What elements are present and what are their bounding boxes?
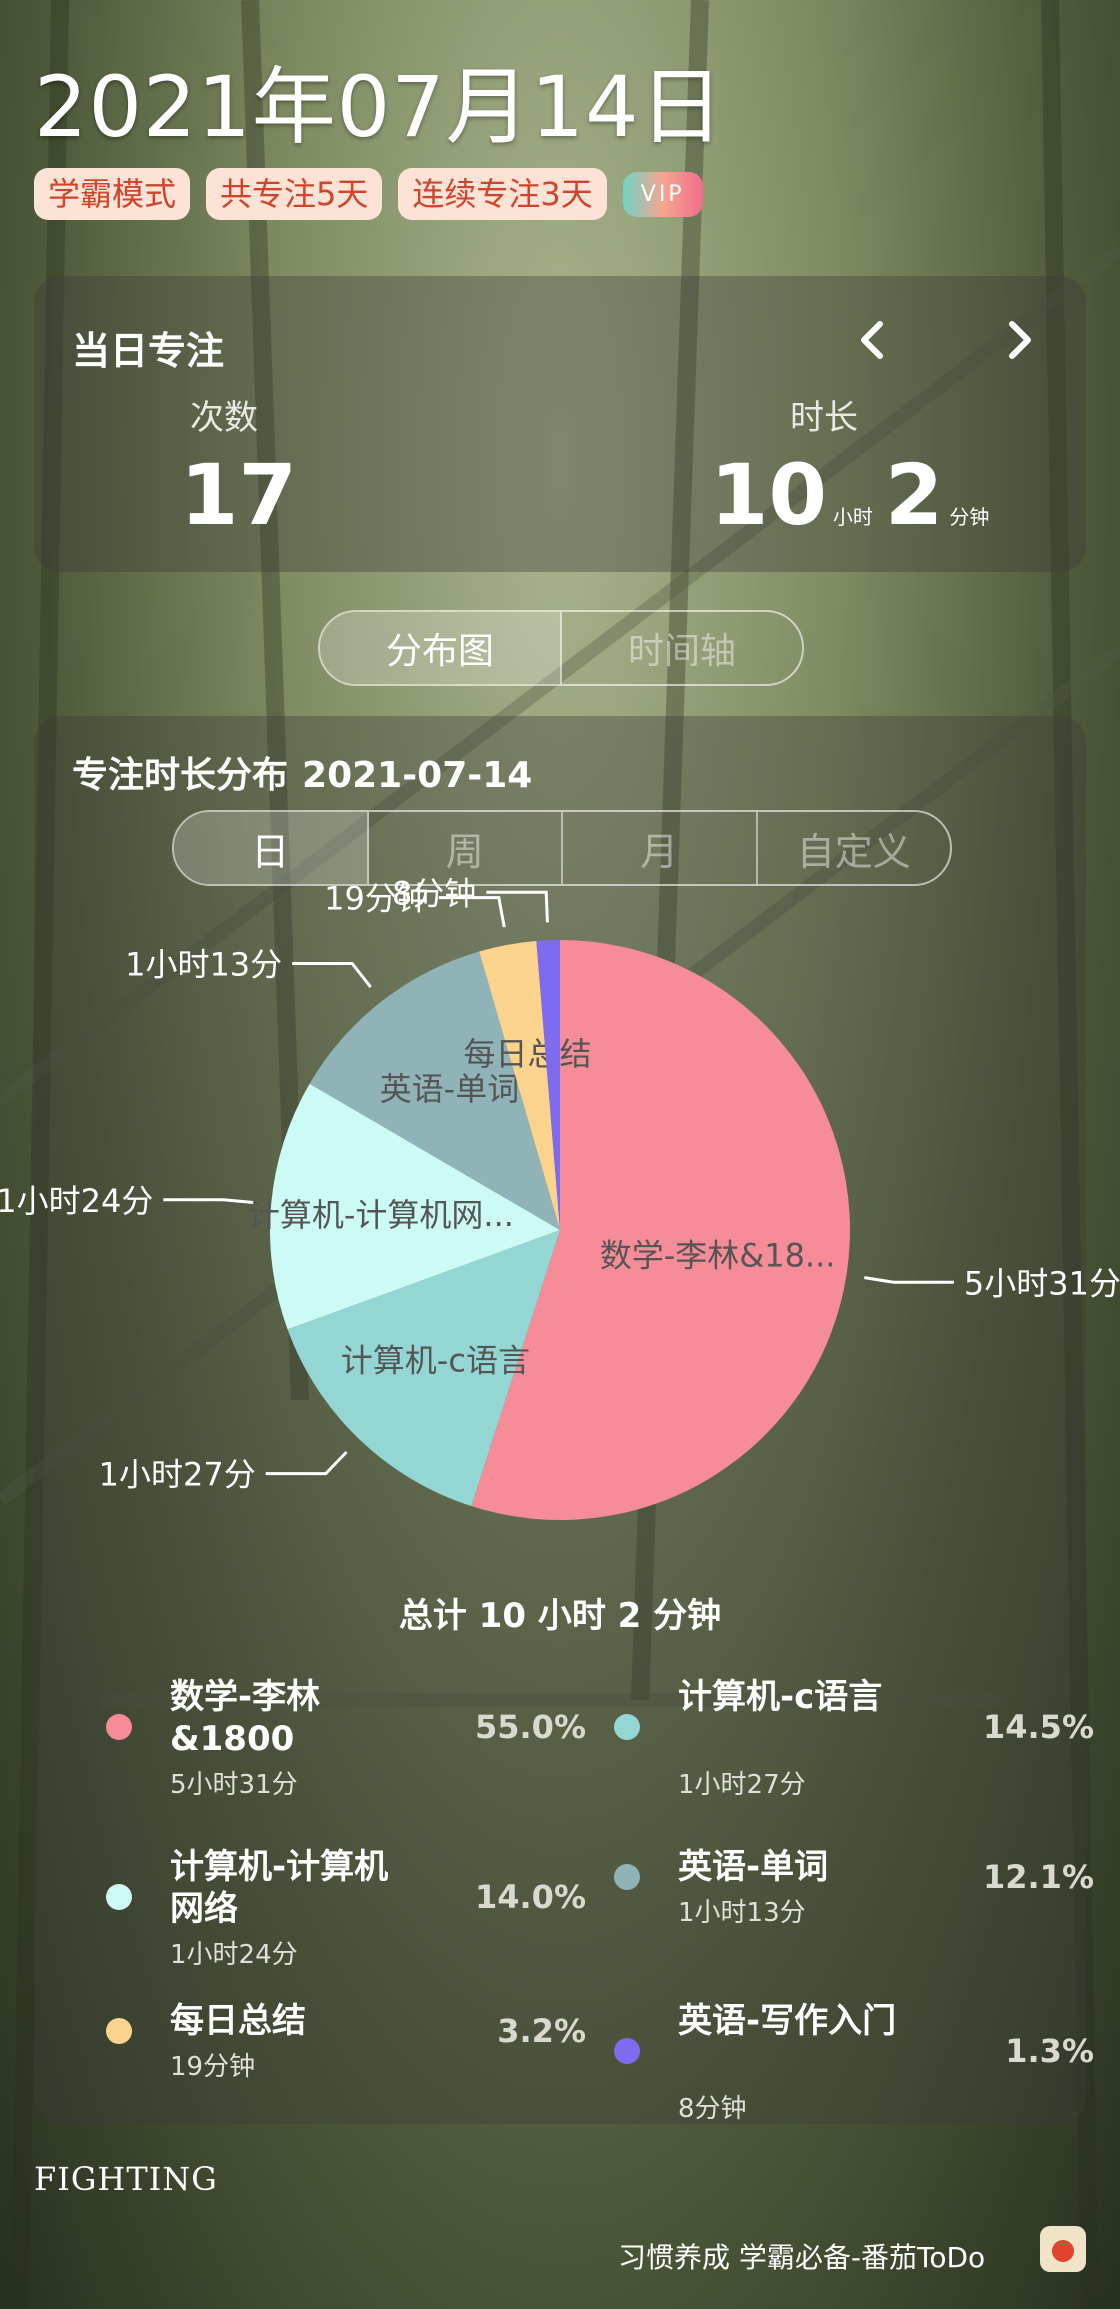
legend-item[interactable]: 每日总结 19分钟 3.2% (106, 2000, 586, 2120)
legend-name: 计算机-计算机网络 (170, 1847, 389, 1929)
legend-duration: 19分钟 (170, 2052, 256, 2082)
legend-percent: 14.5% (982, 1708, 1094, 1746)
legend-name: 每日总结 (170, 2001, 306, 2041)
legend-color-dot (106, 2018, 132, 2044)
legend-percent: 14.0% (474, 1878, 586, 1916)
legend-duration: 1小时13分 (678, 1898, 806, 1928)
legend-color-dot (106, 1714, 132, 1740)
pie-value-label-2: 1小时24分 (0, 1182, 153, 1220)
pie-slice-label-4: 每日总结 (463, 1035, 591, 1073)
pie-value-label-3: 1小时13分 (125, 945, 282, 983)
legend-item[interactable]: 英语-写作入门 8分钟 1.3% (614, 2000, 1094, 2124)
legend-item[interactable]: 数学-李林&1800 5小时31分 55.0% (106, 1676, 586, 1800)
legend-item[interactable]: 计算机-计算机网络 1小时24分 14.0% (106, 1846, 586, 1970)
legend-percent: 1.3% (1005, 2032, 1094, 2070)
pie-slice-label-3: 英语-单词 (380, 1070, 520, 1108)
legend-duration: 8分钟 (678, 2094, 747, 2124)
legend-name: 计算机-c语言 (678, 1677, 883, 1717)
legend-name: 英语-单词 (678, 1847, 829, 1887)
legend-color-dot (614, 1714, 640, 1740)
tomato-icon[interactable] (1040, 2226, 1086, 2272)
tomato-glyph (1052, 2240, 1074, 2262)
total-duration: 总计 10 小时 2 分钟 (398, 1596, 722, 1636)
legend-color-dot (614, 1864, 640, 1890)
legend-name: 英语-写作入门 (678, 2001, 897, 2041)
motto-text: FIGHTING (34, 2160, 218, 2198)
legend-name: 数学-李林&1800 (170, 1677, 321, 1759)
pie-value-label-1: 1小时27分 (99, 1456, 256, 1494)
legend-percent: 55.0% (474, 1708, 586, 1746)
pie-value-label-5: 8分钟 (392, 874, 476, 912)
pie-leader-line-0 (864, 1276, 954, 1284)
pie-leader-line-1 (265, 1450, 348, 1476)
legend-duration: 1小时24分 (170, 1940, 298, 1970)
legend-color-dot (614, 2038, 640, 2064)
legend-duration: 1小时27分 (678, 1770, 806, 1800)
pie-value-label-0: 5小时31分 (964, 1264, 1120, 1302)
app-slogan: 习惯养成 学霸必备-番茄ToDo (618, 2241, 986, 2274)
legend-percent: 12.1% (982, 1858, 1094, 1896)
legend-percent: 3.2% (497, 2012, 586, 2050)
pie-slice-label-1: 计算机-c语言 (341, 1342, 530, 1380)
legend-duration: 5小时31分 (170, 1770, 298, 1800)
focus-pie-chart: 数学-李林&18... 5小时31分计算机-c语言 1小时27分 计算机-计算机网..… (0, 874, 1120, 1520)
legend-item[interactable]: 英语-单词 1小时13分 12.1% (614, 1846, 1094, 1966)
pie-slice-label-0: 数学-李林&18... (600, 1237, 836, 1275)
legend-item[interactable]: 计算机-c语言 1小时27分 14.5% (614, 1676, 1094, 1800)
pie-leader-line-3 (292, 961, 372, 989)
pie-slice-label-2: 计算机-计算机网... (248, 1196, 514, 1234)
legend-color-dot (106, 1884, 132, 1910)
pie-leader-line-2 (163, 1198, 254, 1204)
